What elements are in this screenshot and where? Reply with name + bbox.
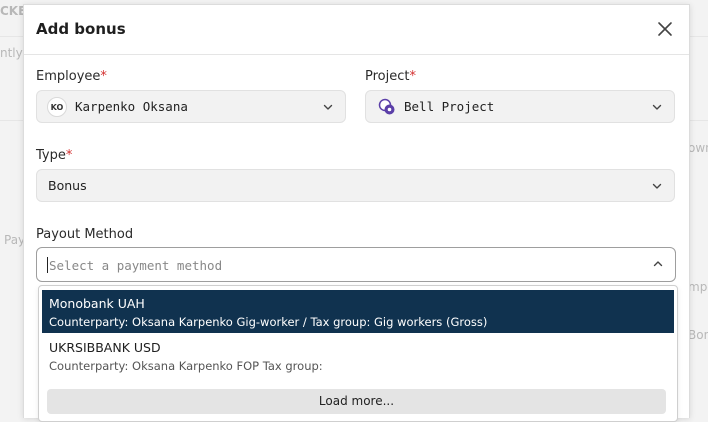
project-value: Bell Project [404,99,495,114]
close-button[interactable] [655,19,675,39]
chevron-down-icon [652,181,662,191]
type-value: Bonus [48,178,87,193]
background-text: Pay [4,233,26,247]
option-title: UKRSIBBANK USD [49,340,161,355]
add-bonus-dialog: Add bonus Employee* KO Karpenko Oksana P… [23,4,690,422]
load-more-button[interactable]: Load more... [47,389,666,414]
avatar: KO [47,97,67,117]
text-caret [47,257,48,273]
close-icon [658,22,672,36]
type-select[interactable]: Bonus [36,169,675,202]
payout-method-input[interactable] [36,247,676,282]
dialog-title: Add bonus [36,20,126,38]
payment-option-monobank-uah[interactable]: Monobank UAH Counterparty: Oksana Karpen… [42,290,674,333]
employee-label: Employee* [36,69,107,84]
chevron-down-icon [652,102,662,112]
chevron-down-icon [323,102,333,112]
type-label: Type* [36,148,73,163]
payment-option-ukrsibbank-usd[interactable]: UKRSIBBANK USD Counterparty: Oksana Karp… [42,334,674,377]
payout-method-dropdown: Monobank UAH Counterparty: Oksana Karpen… [38,285,678,422]
background-text: ownl [688,141,708,155]
employee-select[interactable]: KO Karpenko Oksana [36,90,346,123]
payout-method-label: Payout Method [36,227,134,242]
payout-method-search[interactable] [47,255,611,276]
dialog-header: Add bonus [24,5,689,55]
option-detail: Counterparty: Oksana Karpenko Gig-worker… [49,315,488,329]
chevron-up-icon [653,259,663,269]
background-text: mpen [688,280,708,294]
employee-value: Karpenko Oksana [75,99,188,114]
option-detail: Counterparty: Oksana Karpenko FOP Tax gr… [49,359,323,373]
background-text: Bonu [688,328,708,342]
background-text: ntly [0,46,23,60]
project-label: Project* [365,69,416,84]
option-title: Monobank UAH [49,296,145,311]
project-select[interactable]: Bell Project [365,90,675,123]
project-logo-icon [378,98,396,116]
